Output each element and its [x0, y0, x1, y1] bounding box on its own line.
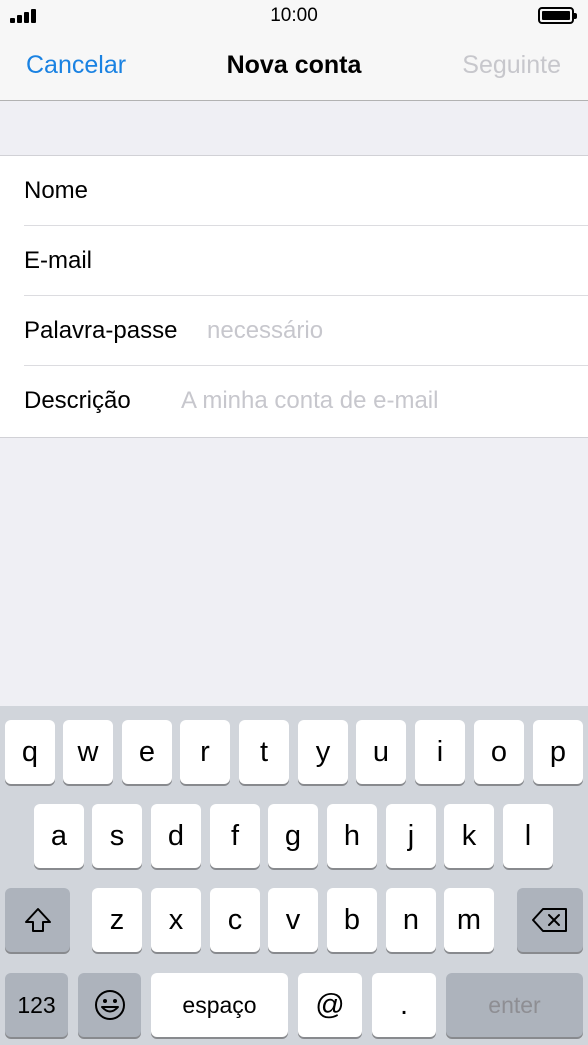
description-placeholder[interactable]: A minha conta de e-mail: [181, 387, 438, 415]
enter-key[interactable]: enter: [446, 973, 583, 1037]
key-h[interactable]: h: [327, 804, 377, 868]
key-m[interactable]: m: [444, 888, 494, 952]
backspace-icon: [532, 908, 567, 932]
password-field[interactable]: Palavra-passe necessário: [0, 296, 588, 366]
name-label: Nome: [24, 177, 89, 204]
battery-icon: [538, 7, 577, 24]
key-b[interactable]: b: [327, 888, 377, 952]
dot-key[interactable]: .: [372, 973, 436, 1037]
key-u[interactable]: u: [356, 720, 406, 784]
key-a[interactable]: a: [34, 804, 84, 868]
password-placeholder[interactable]: necessário: [207, 317, 323, 345]
key-f[interactable]: f: [210, 804, 260, 868]
key-e[interactable]: e: [122, 720, 172, 784]
space-key[interactable]: espaço: [151, 973, 288, 1037]
delete-key[interactable]: [517, 888, 583, 952]
key-p[interactable]: p: [533, 720, 583, 784]
account-form: Nome E-mail Palavra-passe necessário Des…: [0, 155, 588, 438]
key-x[interactable]: x: [151, 888, 201, 952]
shift-icon: [24, 908, 51, 932]
navigation-bar: Cancelar Nova conta Seguinte: [0, 36, 588, 101]
next-button[interactable]: Seguinte: [462, 51, 561, 80]
emoji-key[interactable]: [78, 973, 141, 1037]
key-s[interactable]: s: [92, 804, 142, 868]
key-r[interactable]: r: [180, 720, 230, 784]
emoji-icon: [94, 990, 125, 1020]
at-key[interactable]: @: [298, 973, 362, 1037]
key-y[interactable]: y: [298, 720, 348, 784]
key-q[interactable]: q: [5, 720, 55, 784]
key-v[interactable]: v: [268, 888, 318, 952]
name-field[interactable]: Nome: [0, 156, 588, 226]
key-w[interactable]: w: [63, 720, 113, 784]
key-g[interactable]: g: [268, 804, 318, 868]
numbers-key[interactable]: 123: [5, 973, 68, 1037]
key-j[interactable]: j: [386, 804, 436, 868]
password-label: Palavra-passe: [24, 317, 178, 344]
key-o[interactable]: o: [474, 720, 524, 784]
description-label: Descrição: [24, 387, 131, 414]
key-i[interactable]: i: [415, 720, 465, 784]
status-bar: 10:00: [0, 0, 588, 36]
key-t[interactable]: t: [239, 720, 289, 784]
key-n[interactable]: n: [386, 888, 436, 952]
email-field[interactable]: E-mail: [0, 226, 588, 296]
key-k[interactable]: k: [444, 804, 494, 868]
clock: 10:00: [270, 5, 318, 26]
key-c[interactable]: c: [210, 888, 260, 952]
key-d[interactable]: d: [151, 804, 201, 868]
shift-key[interactable]: [5, 888, 70, 952]
email-label: E-mail: [24, 247, 93, 274]
description-field[interactable]: Descrição A minha conta de e-mail: [0, 366, 588, 436]
key-l[interactable]: l: [503, 804, 553, 868]
key-z[interactable]: z: [92, 888, 142, 952]
keyboard: q w e r t y u i o p a s d f g h j k l z …: [0, 706, 588, 1045]
